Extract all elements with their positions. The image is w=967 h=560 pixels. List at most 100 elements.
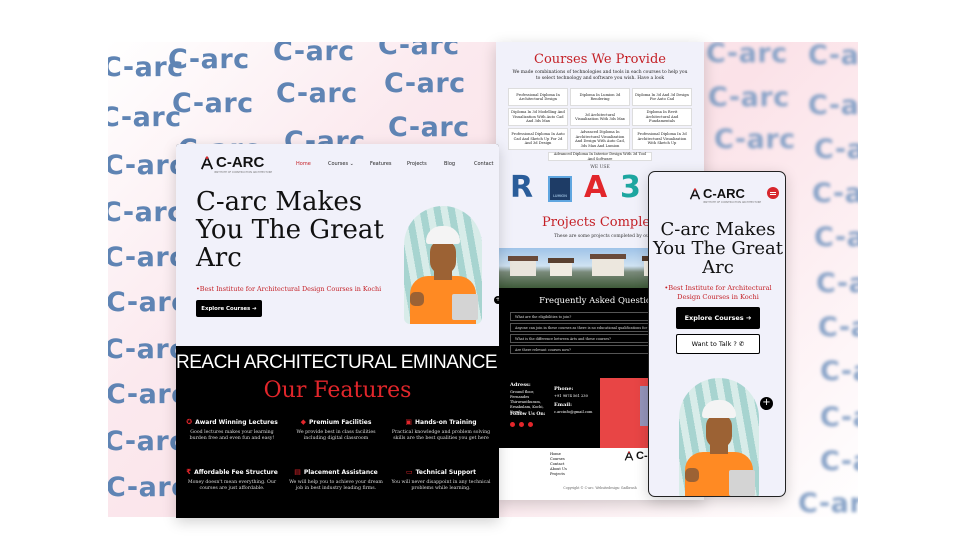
courses-description: We made combinations of technologies and…: [512, 70, 688, 81]
watermark-text: C-arc: [812, 178, 858, 209]
watermark-text: C-arc: [168, 44, 250, 75]
phone-icon: ✆: [738, 340, 745, 348]
watermark-text: C-arc: [108, 197, 184, 228]
watermark-text: C-arc: [108, 426, 186, 457]
reach-banner: REACH ARCHITECTURAL EMINANCE WITH C: [176, 352, 499, 373]
feature-card: ▭ Technical Support You will never disapp…: [391, 468, 491, 491]
course-card[interactable]: Diploma In 3d And 3d Design For Auto Cad: [632, 88, 692, 106]
features-title: Our Features: [263, 378, 412, 403]
mobile-hero-title: C-arc Makes You The Great Arc: [652, 219, 784, 278]
mobile-explore-courses-button[interactable]: Explore Courses ➔: [676, 307, 760, 329]
book-icon: ▣: [405, 418, 413, 426]
hero-tagline: •Best Institute for Architectural Design…: [196, 285, 382, 293]
building-icon: ▤: [294, 468, 301, 476]
facebook-icon[interactable]: [510, 422, 515, 427]
logo-text: C-ARC: [703, 186, 745, 201]
feature-card: ◆ Premium Facilities We provide best in c…: [296, 418, 376, 441]
logo-text: C-ARC: [216, 154, 265, 171]
feature-card: ✪ Award Winning Lectures Good lectures ma…: [186, 418, 278, 441]
laptop-icon: ▭: [405, 468, 413, 476]
watermark-text: C-arc: [378, 42, 460, 61]
explore-courses-button[interactable]: Explore Courses ➔: [196, 300, 262, 317]
instagram-icon[interactable]: [519, 422, 524, 427]
watermark-text: C-arc: [816, 268, 858, 299]
watermark-text: C-arc: [808, 90, 858, 121]
desktop-screenshot: C-ARC INSTITUTE OF CONSTRUCTION ARCHITEC…: [176, 144, 499, 518]
watermark-text: C-arc: [384, 68, 466, 99]
rupee-icon: ₹: [186, 468, 192, 476]
watermark-text: C-arc: [798, 488, 858, 517]
want-to-talk-button[interactable]: Want to Talk ? ✆: [676, 334, 760, 354]
feature-card: ₹ Affordable Fee Structure Money doesn't …: [186, 468, 278, 491]
course-card[interactable]: Professional Diploma In Auto Cad And Ske…: [508, 128, 568, 150]
watermark-text: C-arc: [108, 150, 186, 181]
watermark-text: C-arc: [108, 242, 186, 273]
watermark-text: C-arc: [814, 134, 858, 165]
contact-info-panel: Adress: Ground floor, Fernandes Thiruvan…: [496, 378, 600, 448]
watermark-text: C-arc: [708, 82, 790, 113]
watermark-text: C-arc: [820, 402, 858, 433]
watermark-text: C-arc: [108, 102, 182, 133]
3dsmax-logo: 3: [620, 170, 641, 205]
watermark-text: C-arc: [276, 78, 358, 109]
nav-contact[interactable]: Contact: [474, 161, 493, 167]
phone-label: Phone:: [554, 386, 574, 392]
watermark-text: C-arc: [814, 222, 858, 253]
course-card[interactable]: Diploma In 3d Modelling And Visualizatio…: [508, 108, 568, 126]
arrow-right-icon: ➔: [252, 305, 257, 312]
email-text: c.arcinfo@gmail.com: [554, 410, 593, 414]
nav-features[interactable]: Features: [370, 161, 392, 167]
compass-icon: [200, 155, 214, 169]
watermark-text: C-arc: [706, 42, 788, 69]
logo-subtext: INSTITUTE OF CONSTRUCTION ARCHITECTURE: [214, 171, 273, 174]
arrow-right-icon: ➔: [745, 314, 752, 322]
address-label: Adress:: [510, 382, 531, 388]
watermark-text: C-arc: [172, 88, 254, 119]
footer-links: Home Courses Contact About Us Projects: [550, 452, 567, 477]
watermark-text: C-arc: [820, 356, 858, 387]
course-card[interactable]: Professional Diploma In 3d Architectural…: [632, 128, 692, 150]
watermark-text: C-arc: [108, 334, 186, 365]
mobile-logo[interactable]: C-ARC: [689, 186, 745, 201]
course-card[interactable]: Professional Diploma In Architectural De…: [508, 88, 568, 106]
courses-title: Courses We Provide: [534, 52, 666, 67]
revit-logo: R: [510, 170, 534, 205]
course-card[interactable]: Diploma In Revit Architectural And Funda…: [632, 108, 692, 126]
mobile-hero-person-image: [679, 378, 759, 496]
hero-section: C-ARC INSTITUTE OF CONSTRUCTION ARCHITEC…: [176, 144, 499, 346]
compass-icon: [689, 187, 701, 200]
footer-link[interactable]: Projects: [550, 472, 567, 477]
nav-blog[interactable]: Blog: [444, 161, 455, 167]
hero-title: C-arc Makes You The Great Arc: [196, 187, 384, 273]
award-icon: ✪: [186, 418, 193, 426]
phone-text: +91 9874 561 230: [554, 394, 588, 398]
hero-person-image: [404, 206, 482, 324]
diamond-icon: ◆: [300, 418, 306, 426]
course-card[interactable]: Advanced Diploma In Architectural Visual…: [570, 128, 630, 150]
course-card[interactable]: Diploma In Lumion 3d Rendering: [570, 88, 630, 106]
whatsapp-icon[interactable]: [528, 422, 533, 427]
email-label: Email:: [554, 402, 572, 408]
feature-card: ▣ Hands-on Training Practical knowledge a…: [391, 418, 491, 441]
logo-subtext: INSTITUTE OF CONSTRUCTION ARCHITECTURE: [703, 201, 762, 204]
header-logo[interactable]: C-ARC: [200, 154, 264, 171]
watermark-text: C-arc: [808, 42, 858, 71]
course-card[interactable]: 3d Architectural Visualization With 3ds …: [570, 108, 630, 126]
course-card[interactable]: Advanced Diploma In Interior Design With…: [548, 152, 652, 161]
nav-projects[interactable]: Projects: [407, 161, 427, 167]
chat-plus-button[interactable]: +: [760, 397, 773, 410]
chat-plus-button[interactable]: +: [494, 296, 499, 304]
watermark-text: C-arc: [820, 446, 858, 477]
watermark-text: C-arc: [818, 312, 858, 343]
autocad-logo: A: [584, 170, 608, 205]
compass-icon: [624, 451, 634, 461]
watermark-text: C-arc: [388, 112, 470, 143]
mobile-hero-tagline: •Best Institute for Architectural Design…: [664, 284, 772, 301]
watermark-text: C-arc: [273, 42, 355, 67]
feature-card: ▤ Placement Assistance We will help you t…: [289, 468, 383, 491]
nav-home[interactable]: Home: [296, 161, 311, 167]
nav-courses[interactable]: Courses ⌄: [328, 161, 354, 167]
chevron-down-icon: ⌄: [349, 161, 354, 167]
mobile-screenshot: C-ARC INSTITUTE OF CONSTRUCTION ARCHITEC…: [648, 171, 786, 497]
hamburger-menu-icon[interactable]: [767, 187, 779, 199]
